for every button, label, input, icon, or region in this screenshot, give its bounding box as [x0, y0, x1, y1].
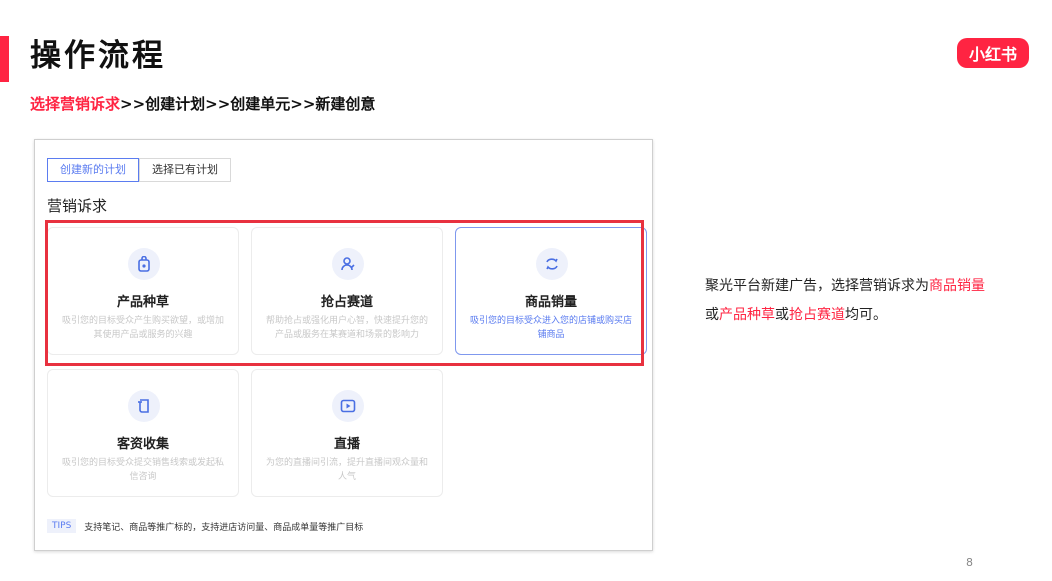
- title-accent-bar: [0, 36, 9, 82]
- tab-select-existing-plan[interactable]: 选择已有计划: [139, 158, 231, 182]
- section-label: 营销诉求: [47, 197, 108, 215]
- ui-screenshot-panel: 创建新的计划 选择已有计划 营销诉求 产品种草 吸引您的目标受众产生购买欲望，或…: [34, 139, 653, 551]
- explanation-suffix: 均可。: [845, 307, 887, 323]
- plan-tabs: 创建新的计划 选择已有计划: [47, 158, 231, 182]
- card-title: 直播: [333, 437, 360, 452]
- highlight-product-sales: 商品销量: [929, 278, 985, 294]
- explanation-text: 聚光平台新建广告，选择营销诉求为商品销量或产品种草或抢占赛道均可。: [705, 272, 995, 330]
- tips-text: 支持笔记、商品等推广标的，支持进店访问量、商品成单量等推广目标: [84, 522, 364, 533]
- explanation-or-1: 或: [705, 307, 719, 323]
- card-title: 客资收集: [116, 437, 169, 452]
- current-step: 选择营销诉求: [30, 95, 121, 113]
- highlight-box: [45, 220, 644, 366]
- process-steps: 选择营销诉求>>创建计划>>创建单元>>新建创意: [30, 93, 375, 114]
- explanation-or-2: 或: [775, 307, 789, 323]
- tips-tag: TIPS: [47, 519, 77, 533]
- explanation-prefix: 聚光平台新建广告，选择营销诉求为: [705, 278, 929, 294]
- page-title: 操作流程: [30, 38, 166, 74]
- logo-text: 小红书: [968, 45, 1017, 64]
- tab-create-new-plan[interactable]: 创建新的计划: [47, 158, 139, 182]
- live-play-icon: [332, 390, 364, 422]
- tips-row: TIPS 支持笔记、商品等推广标的，支持进店访问量、商品成单量等推广目标: [47, 519, 363, 533]
- page-number: 8: [966, 556, 973, 569]
- card-lead-collection[interactable]: 客资收集 吸引您的目标受众提交销售线索或发起私信咨询: [47, 369, 239, 497]
- card-desc: 吸引您的目标受众提交销售线索或发起私信咨询: [61, 458, 224, 482]
- card-desc: 为您的直播间引流，提升直播间观众量和人气: [265, 458, 428, 482]
- highlight-seize-lane: 抢占赛道: [789, 307, 845, 323]
- card-live-stream[interactable]: 直播 为您的直播间引流，提升直播间观众量和人气: [251, 369, 443, 497]
- xiaohongshu-logo: 小红书: [957, 38, 1029, 68]
- lead-collect-icon: [128, 390, 160, 422]
- remaining-steps: >>创建计划>>创建单元>>新建创意: [120, 95, 376, 113]
- highlight-product-seeding: 产品种草: [719, 307, 775, 323]
